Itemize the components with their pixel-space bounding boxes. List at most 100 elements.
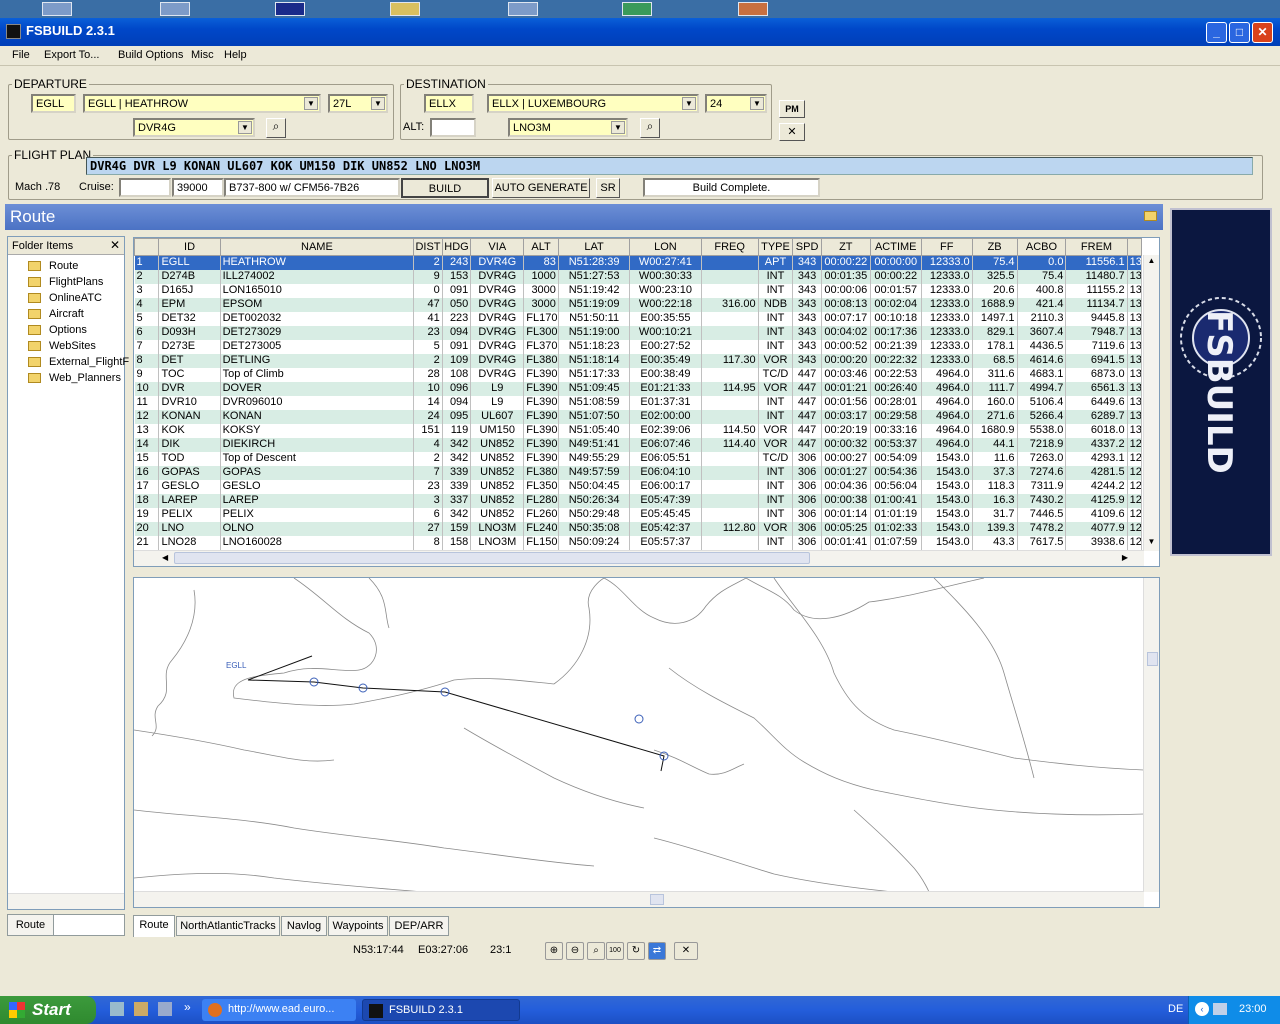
- chevron-down-icon[interactable]: ▼: [371, 97, 385, 110]
- grid-column-header[interactable]: HDG: [441, 238, 472, 256]
- zoom-fit-icon[interactable]: ⌕: [587, 942, 605, 960]
- table-row[interactable]: 19 PELIX PELIX 6 342 UN852 FL260 N50:29:48 E05:4…: [134, 507, 1143, 522]
- table-row[interactable]: 8 DET DETLING 2 109 DVR4G FL380 N51:18:14 E00:35…: [134, 353, 1143, 368]
- destination-airport-select[interactable]: ELLX | LUXEMBOURG ▼: [487, 94, 699, 113]
- menu-file[interactable]: File: [12, 49, 30, 61]
- table-row[interactable]: 3 D165J LON165010 0 091 DVR4G 3000 N51:19:42 W00…: [134, 283, 1143, 298]
- tab-waypoints[interactable]: Waypoints: [328, 916, 388, 936]
- clear-button[interactable]: ✕: [779, 123, 805, 141]
- table-row[interactable]: 15 TOD Top of Descent 2 342 UN852 FL390 N49:55:…: [134, 451, 1143, 466]
- grid-column-header[interactable]: LON: [629, 238, 702, 256]
- table-row[interactable]: 20 LNO OLNO 27 159 LNO3M FL240 N50:35:08 E05:42:…: [134, 521, 1143, 536]
- close-icon[interactable]: ✕: [110, 238, 120, 252]
- table-row[interactable]: 6 D093H DET273029 23 094 DVR4G FL300 N51:19:00 W…: [134, 325, 1143, 340]
- menu-help[interactable]: Help: [224, 49, 247, 61]
- zoom-in-icon[interactable]: ⊕: [545, 942, 563, 960]
- desktop-icon[interactable]: [160, 2, 190, 16]
- grid-column-header[interactable]: ALT: [523, 238, 559, 256]
- table-row[interactable]: 9 TOC Top of Climb 28 108 DVR4G FL390 N51:17:33…: [134, 367, 1143, 382]
- grid-column-header[interactable]: [134, 238, 160, 256]
- cruise-altitude-input[interactable]: 39000: [172, 178, 224, 197]
- grid-column-header[interactable]: ID: [158, 238, 221, 256]
- menu-build-options[interactable]: Build Options: [118, 49, 183, 61]
- menu-export[interactable]: Export To...: [44, 49, 99, 61]
- grid-column-header[interactable]: VIA: [470, 238, 525, 256]
- departure-runway-select[interactable]: 27L ▼: [328, 94, 388, 113]
- alt-input[interactable]: [430, 118, 476, 137]
- tab-dep-arr[interactable]: DEP/ARR: [389, 916, 449, 936]
- chevron-down-icon[interactable]: ▼: [611, 121, 625, 134]
- grid-column-header[interactable]: ZT: [820, 238, 871, 256]
- sid-select[interactable]: DVR4G ▼: [133, 118, 255, 137]
- scroll-up-icon[interactable]: ▲: [1145, 256, 1158, 269]
- folder-item-external[interactable]: External_FlightF: [14, 355, 129, 371]
- grid-column-header[interactable]: FREQ: [700, 238, 759, 256]
- tab-route[interactable]: Route: [133, 915, 175, 937]
- desktop-icon[interactable]: [42, 2, 72, 16]
- grid-hscroll[interactable]: ◀ ▶: [134, 550, 1144, 566]
- table-row[interactable]: 18 LAREP LAREP 3 337 UN852 FL280 N50:26:34 E05:4…: [134, 493, 1143, 508]
- grid-column-header[interactable]: ACBO: [1016, 238, 1067, 256]
- folder-hscroll[interactable]: [8, 893, 124, 909]
- table-row[interactable]: 17 GESLO GESLO 23 339 UN852 FL350 N50:04:45 E06:…: [134, 479, 1143, 494]
- chevron-down-icon[interactable]: ▼: [238, 121, 252, 134]
- table-row[interactable]: 16 GOPAS GOPAS 7 339 UN852 FL380 N49:57:59 E06:0…: [134, 465, 1143, 480]
- grid-column-header[interactable]: DIST: [413, 238, 443, 256]
- grid-column-header[interactable]: TYPE: [757, 238, 794, 256]
- folder-item-aircraft[interactable]: Aircraft: [14, 307, 124, 323]
- destination-runway-select[interactable]: 24 ▼: [705, 94, 767, 113]
- table-row[interactable]: 1 EGLL HEATHROW 2 243 DVR4G 83 N51:28:39 W00:27:…: [134, 255, 1143, 270]
- folder-item-route[interactable]: Route: [14, 259, 124, 275]
- task-fsbuild[interactable]: FSBUILD 2.3.1: [362, 999, 520, 1021]
- folder-item-options[interactable]: Options: [14, 323, 124, 339]
- map-vscroll[interactable]: [1143, 578, 1159, 892]
- table-row[interactable]: 11 DVR10 DVR096010 14 094 L9 FL390 N51:08:59 E01…: [134, 395, 1143, 410]
- tab-navlog[interactable]: Navlog: [281, 916, 327, 936]
- auto-generate-button[interactable]: AUTO GENERATE: [492, 178, 590, 198]
- table-row[interactable]: 2 D274B ILL274002 9 153 DVR4G 1000 N51:27:53 W00…: [134, 269, 1143, 284]
- grid-column-header[interactable]: ACTIME: [869, 238, 922, 256]
- chevron-down-icon[interactable]: ▼: [750, 97, 764, 110]
- maximize-button[interactable]: □: [1229, 22, 1250, 43]
- sync-icon[interactable]: ⇄: [648, 942, 666, 960]
- tab-folder-route[interactable]: Route: [8, 915, 54, 935]
- table-row[interactable]: 4 EPM EPSOM 47 050 DVR4G 3000 N51:19:09 W00:22:1…: [134, 297, 1143, 312]
- folder-item-onlineatc[interactable]: OnlineATC: [14, 291, 124, 307]
- chevron-down-icon[interactable]: ▼: [682, 97, 696, 110]
- folder-item-web-planners[interactable]: Web_Planners: [14, 371, 124, 387]
- departure-icao-input[interactable]: EGLL: [31, 94, 76, 113]
- quicklaunch-more[interactable]: »: [184, 1000, 191, 1014]
- chevron-down-icon[interactable]: ▼: [304, 97, 318, 110]
- menu-misc[interactable]: Misc: [191, 49, 214, 61]
- sr-button[interactable]: SR: [596, 178, 620, 198]
- desktop-icon[interactable]: [390, 2, 420, 16]
- quicklaunch-icon[interactable]: [134, 1002, 148, 1016]
- quicklaunch-icon[interactable]: [110, 1002, 124, 1016]
- grid-column-header[interactable]: SPD: [792, 238, 822, 256]
- star-select[interactable]: LNO3M ▼: [508, 118, 628, 137]
- flight-plan-route[interactable]: DVR4G DVR L9 KONAN UL607 KOK UM150 DIK U…: [86, 157, 1253, 175]
- table-row[interactable]: 21 LNO28 LNO160028 8 158 LNO3M FL150 N50:09:24 E…: [134, 535, 1143, 550]
- table-row[interactable]: 12 KONAN KONAN 24 095 UL607 FL390 N51:07:50 E02:…: [134, 409, 1143, 424]
- cruise-speed-input[interactable]: [119, 178, 171, 197]
- grid-column-header[interactable]: NAME: [219, 238, 415, 256]
- refresh-icon[interactable]: ↻: [627, 942, 645, 960]
- close-map-icon[interactable]: ✕: [674, 942, 698, 960]
- tray-arrow-icon[interactable]: ‹: [1195, 1002, 1209, 1016]
- table-row[interactable]: 14 DIK DIEKIRCH 4 342 UN852 FL390 N49:51:41 E06:…: [134, 437, 1143, 452]
- desktop-icon[interactable]: [622, 2, 652, 16]
- grid-column-header[interactable]: ZB: [971, 238, 1018, 256]
- route-map[interactable]: EGLL: [133, 577, 1160, 908]
- departure-search-button[interactable]: ⌕: [266, 118, 286, 138]
- tab-north-atlantic-tracks[interactable]: NorthAtlanticTracks: [176, 916, 280, 936]
- quicklaunch-icon[interactable]: [158, 1002, 172, 1016]
- folder-icon[interactable]: [1144, 211, 1157, 221]
- start-button[interactable]: Start: [0, 996, 96, 1024]
- grid-column-header[interactable]: FF: [920, 238, 973, 256]
- network-icon[interactable]: [1213, 1003, 1227, 1015]
- scroll-left-icon[interactable]: ◀: [162, 553, 168, 562]
- hscroll-thumb[interactable]: [174, 552, 810, 564]
- grid-column-header[interactable]: [1126, 238, 1143, 256]
- language-indicator[interactable]: DE: [1168, 1003, 1183, 1015]
- desktop-icon[interactable]: [738, 2, 768, 16]
